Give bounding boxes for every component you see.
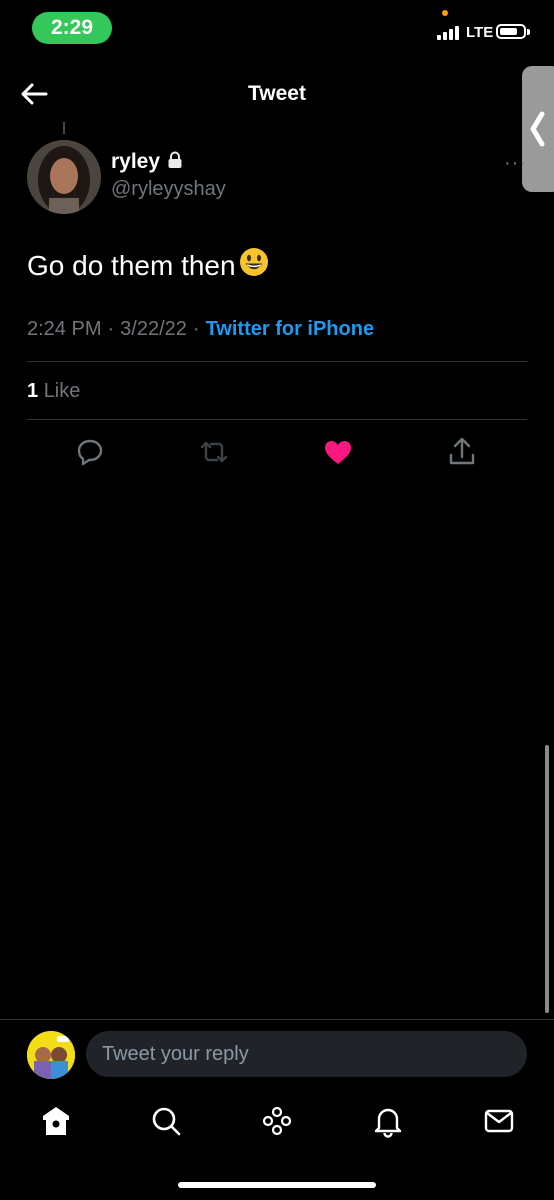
battery-tip: [527, 29, 530, 35]
more-options-icon[interactable]: ···: [504, 152, 527, 175]
scrollbar[interactable]: [545, 745, 549, 1013]
battery-icon: [496, 24, 526, 39]
mic-indicator-dot: [442, 10, 448, 16]
chevron-left-icon: [530, 111, 545, 147]
my-avatar[interactable]: [27, 1031, 75, 1079]
divider: [27, 361, 527, 362]
tweet-text-body: Go do them then: [27, 249, 236, 281]
likes-count[interactable]: 1 Like: [27, 380, 80, 403]
reply-icon[interactable]: [74, 436, 106, 468]
tweet-text: Go do them then: [27, 246, 270, 285]
author-row[interactable]: ryley: [111, 150, 184, 174]
tweet-time: 2:24 PM: [27, 318, 102, 340]
spaces-icon[interactable]: [260, 1104, 294, 1138]
network-type: LTE: [466, 24, 494, 41]
notifications-icon[interactable]: [371, 1104, 405, 1138]
home-indicator[interactable]: [178, 1182, 376, 1188]
tweet-date: 3/22/22: [120, 318, 187, 340]
thread-line: [63, 122, 65, 134]
tweet-meta: 2:24 PM · 3/22/22 · Twitter for iPhone: [27, 318, 374, 341]
likes-number: 1: [27, 380, 39, 402]
like-icon[interactable]: [322, 436, 354, 468]
page-title: Tweet: [248, 82, 306, 105]
search-icon[interactable]: [149, 1104, 183, 1138]
home-icon[interactable]: [39, 1104, 73, 1138]
divider: [0, 1019, 554, 1020]
lock-icon: [166, 151, 184, 174]
divider: [27, 419, 527, 420]
smiley-emoji-icon: [238, 246, 270, 285]
author-name[interactable]: ryley: [111, 150, 160, 174]
avatar[interactable]: [27, 140, 101, 214]
likes-label: Like: [43, 380, 81, 402]
retweet-icon[interactable]: [198, 436, 230, 468]
author-handle[interactable]: @ryleyyshay: [111, 178, 226, 201]
tweet-source-link[interactable]: Twitter for iPhone: [206, 318, 375, 340]
signal-icon: [437, 26, 459, 40]
share-icon[interactable]: [446, 436, 478, 468]
reply-input[interactable]: Tweet your reply: [86, 1031, 527, 1077]
meta-separator: ·: [192, 318, 200, 340]
messages-icon[interactable]: [482, 1104, 516, 1138]
status-time: 2:29: [32, 12, 112, 44]
meta-separator: ·: [107, 318, 115, 340]
